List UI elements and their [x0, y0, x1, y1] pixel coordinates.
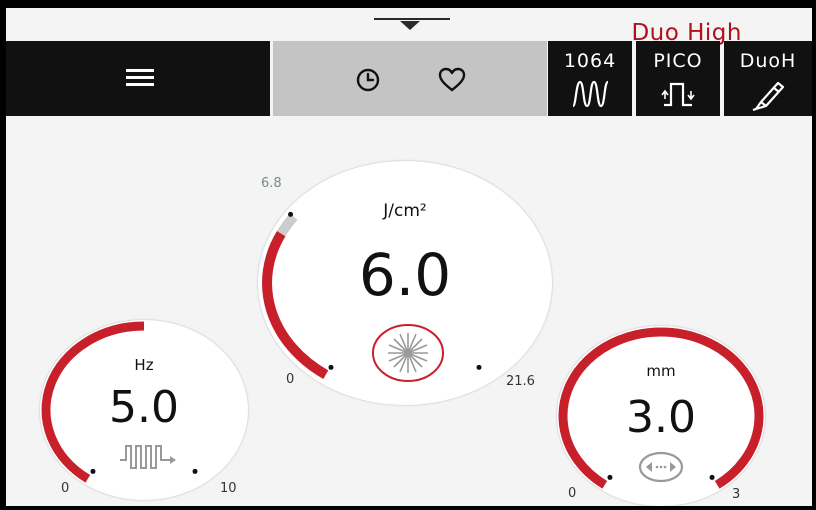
tab-duoh[interactable]: DuoH: [724, 41, 812, 116]
app-screen: Duo High 1064 PICO DuoH Hz 5.0 0 10 J/cm…: [6, 8, 812, 506]
handpiece-icon: [752, 81, 785, 111]
fluence-limit-label: 6.8: [261, 176, 282, 191]
frequency-value: 5.0: [109, 382, 179, 433]
spot-size-dial[interactable]: mm 3.0: [557, 326, 765, 506]
tab-pico-label: PICO: [653, 50, 703, 72]
fluence-unit: J/cm²: [383, 201, 427, 221]
tab-1064-label: 1064: [563, 50, 617, 72]
spot-size-max-label: 3: [732, 487, 741, 502]
spot-size-icon: [638, 451, 684, 483]
spot-size-unit: mm: [646, 362, 676, 380]
center-toolbar: [273, 41, 547, 116]
sine-wave-icon: [571, 80, 610, 108]
fluence-dial[interactable]: J/cm² 6.0: [258, 161, 552, 405]
chevron-down-icon[interactable]: [400, 21, 420, 30]
tab-1064[interactable]: 1064: [548, 41, 632, 116]
tab-duoh-label: DuoH: [739, 50, 797, 72]
favorite-icon[interactable]: [437, 65, 467, 95]
fluence-min-label: 0: [286, 372, 295, 387]
frequency-min-label: 0: [61, 481, 70, 496]
pulse-train-icon: [120, 445, 176, 469]
frequency-max-label: 10: [220, 481, 237, 496]
history-icon[interactable]: [353, 65, 383, 95]
spot-size-min-label: 0: [568, 486, 577, 501]
fluence-max-label: 21.6: [506, 374, 535, 389]
menu-icon: [126, 69, 154, 87]
fluence-value: 6.0: [358, 241, 452, 309]
frequency-unit: Hz: [134, 356, 154, 374]
menu-button[interactable]: [6, 41, 270, 116]
pulse-icon: [661, 82, 695, 107]
laser-spot-icon[interactable]: [371, 323, 445, 383]
top-strip: Duo High: [6, 8, 812, 46]
pull-down-handle[interactable]: [374, 18, 450, 20]
tab-pico[interactable]: PICO: [636, 41, 720, 116]
spot-size-value: 3.0: [626, 392, 696, 443]
frequency-dial[interactable]: Hz 5.0: [40, 320, 248, 500]
